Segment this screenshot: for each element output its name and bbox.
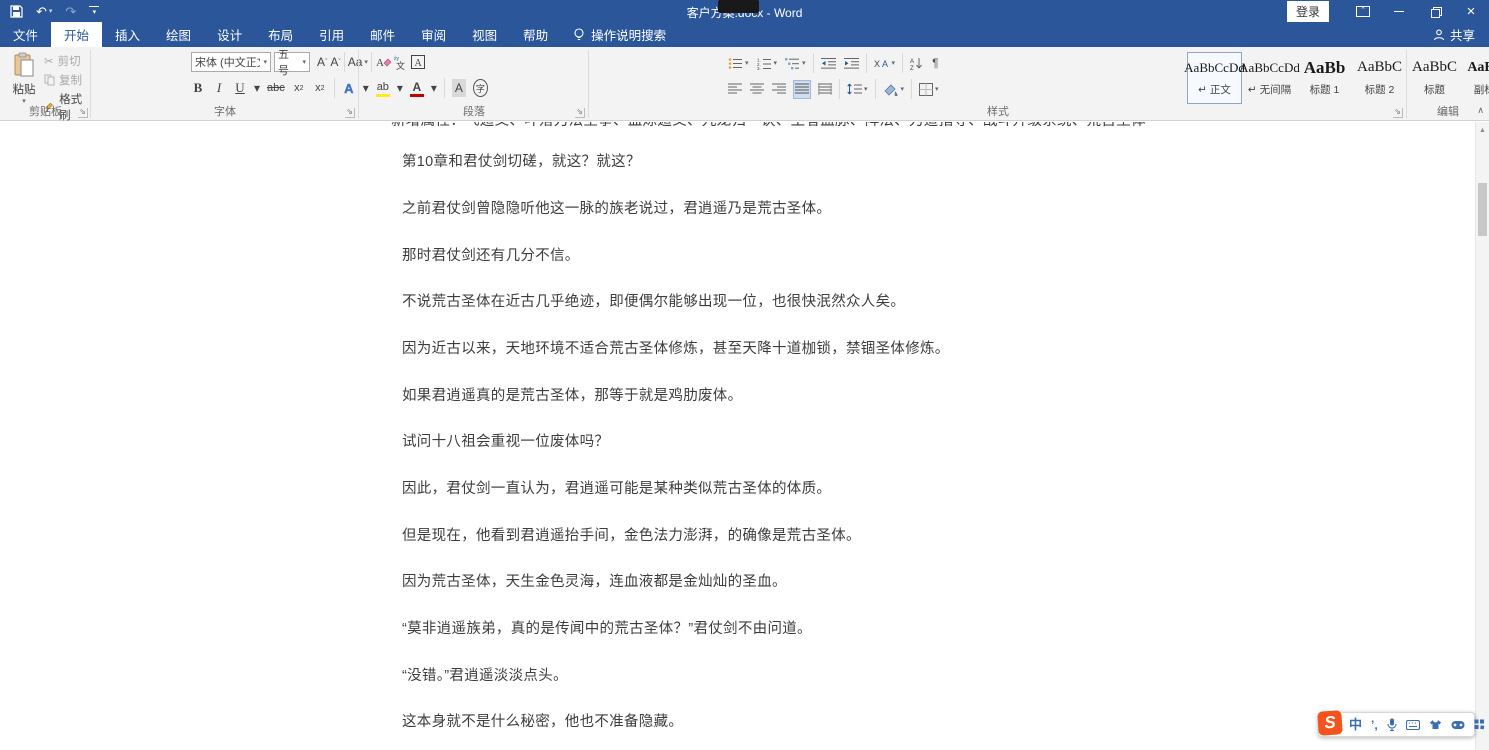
tab-layout[interactable]: 布局 <box>255 22 306 47</box>
restore-button[interactable] <box>1417 0 1453 22</box>
paragraph: 因此，君仗剑一直认为，君逍遥可能是某种类似荒古圣体的体质。 <box>402 480 831 499</box>
quick-access-toolbar: ↶▾ ↷ ▾ <box>10 0 99 22</box>
font-size-combo[interactable]: 五号▾ <box>274 52 310 72</box>
save-icon[interactable] <box>10 5 23 18</box>
tab-review[interactable]: 审阅 <box>408 22 459 47</box>
underline-button[interactable]: U <box>233 79 247 97</box>
grow-font-button[interactable]: Aˆ <box>317 55 327 69</box>
style-normal[interactable]: AaBbCcDd↵ 正文 <box>1187 52 1242 104</box>
style-no-spacing[interactable]: AaBbCcDd↵ 无间隔 <box>1242 52 1297 104</box>
paragraph-group: ▾ 1.2.3. ▾ ▾ XA ▾ AZ ¶ <box>359 47 589 121</box>
ime-game-icon[interactable] <box>1451 720 1465 730</box>
paragraph: 不说荒古圣体在近古几乎绝迹，即便偶尔能够出现一位，也很快泯然众人矣。 <box>402 293 905 312</box>
scroll-up-icon[interactable]: ▲ <box>1476 127 1489 134</box>
paragraph: 第10章和君仗剑切磋，就这？就这？ <box>402 153 641 172</box>
tab-draw[interactable]: 绘图 <box>153 22 204 47</box>
scissors-icon: ✂ <box>44 54 54 68</box>
ribbon-display-options-button[interactable]: ⌃ <box>1345 0 1381 22</box>
paragraph: 但是现在，他看到君逍遥抬手间，金色法力澎湃，的确像是荒古圣体。 <box>402 527 861 546</box>
style-heading2[interactable]: AaBbC标题 2 <box>1352 52 1407 104</box>
paragraph: 试问十八祖会重视一位废体吗？ <box>402 433 609 452</box>
paragraph-group-label: 段落 <box>359 103 589 119</box>
mouse-cursor-artifact <box>718 0 759 13</box>
clipboard-dialog-launcher[interactable]: ⇘ <box>78 108 88 118</box>
styles-dialog-launcher[interactable]: ⇘ <box>1393 108 1403 118</box>
ribbon-tab-row: 文件 开始 插入 绘图 设计 布局 引用 邮件 审阅 视图 帮助 操作说明搜索 … <box>0 22 1489 47</box>
styles-group-label: 样式 <box>589 103 1407 119</box>
paragraph: 这本身就不是什么秘密，他也不准备隐藏。 <box>402 713 683 732</box>
tab-file[interactable]: 文件 <box>0 22 51 47</box>
scrollbar-thumb[interactable] <box>1478 183 1487 236</box>
tab-design[interactable]: 设计 <box>204 22 255 47</box>
copy-icon <box>44 74 55 86</box>
font-group-label: 字体 <box>91 103 359 119</box>
paragraph: 之前君仗剑曾隐隐听他这一脉的族老说过，君逍遥乃是荒古圣体。 <box>402 200 831 219</box>
ime-punctuation-button[interactable]: ’, <box>1371 719 1378 731</box>
ime-chinese-mode-button[interactable]: 中 <box>1349 718 1362 731</box>
paragraph-dialog-launcher[interactable]: ⇘ <box>575 108 585 118</box>
ribbon: 粘贴 ▾ ✂剪切 复制 格式刷 剪贴板 ⇘ 宋体 (中文正文)▾ 五号▾ Aˆ … <box>0 47 1489 121</box>
cut-button[interactable]: ✂剪切 <box>44 53 91 69</box>
clipboard-group: 粘贴 ▾ ✂剪切 复制 格式刷 剪贴板 ⇘ <box>0 47 91 121</box>
ime-keyboard-icon[interactable] <box>1406 720 1420 730</box>
font-name-combo[interactable]: 宋体 (中文正文)▾ <box>191 52 271 72</box>
ime-mic-icon[interactable] <box>1387 718 1397 731</box>
tab-references[interactable]: 引用 <box>306 22 357 47</box>
font-name-dropdown-icon[interactable]: ▾ <box>260 58 267 66</box>
undo-dropdown-icon[interactable]: ▾ <box>49 8 53 15</box>
title-bar: ↶▾ ↷ ▾ 客户方案.docx - Word 登录 ⌃ × <box>0 0 1489 22</box>
redo-button[interactable]: ↷ <box>65 5 76 18</box>
style-heading1[interactable]: AaBb标题 1 <box>1297 52 1352 104</box>
ime-toolbox-icon[interactable] <box>1474 719 1485 730</box>
paragraph: 因为荒古圣体，天生金色灵海，连血液都是金灿灿的圣血。 <box>402 573 787 592</box>
paragraph: “莫非逍遥族弟，真的是传闻中的荒古圣体？”君仗剑不由问道。 <box>402 620 812 639</box>
superscript-button[interactable]: x2 <box>313 79 327 97</box>
tab-insert[interactable]: 插入 <box>102 22 153 47</box>
copy-button[interactable]: 复制 <box>44 72 91 88</box>
paragraph: 那时君仗剑还有几分不信。 <box>402 247 580 266</box>
font-dialog-launcher[interactable]: ⇘ <box>345 108 355 118</box>
italic-button[interactable]: I <box>212 79 226 97</box>
paragraph: “没错。”君逍遥淡淡点头。 <box>402 667 568 686</box>
vertical-scrollbar[interactable]: ▲ <box>1475 122 1489 750</box>
sogou-logo-icon[interactable]: S <box>1317 710 1343 736</box>
underline-dropdown-icon[interactable]: ▾ <box>254 81 260 95</box>
bold-button[interactable]: B <box>191 79 205 97</box>
lightbulb-icon <box>573 28 585 42</box>
tab-home[interactable]: 开始 <box>51 22 102 47</box>
titlebar-controls: 登录 ⌃ × <box>1287 0 1489 22</box>
strikethrough-button[interactable]: abc <box>267 79 285 97</box>
collapse-ribbon-icon[interactable]: ∧ <box>1477 105 1484 116</box>
ime-skin-icon[interactable] <box>1429 719 1442 730</box>
signin-button[interactable]: 登录 <box>1287 1 1329 22</box>
styles-group: AaBbCcDd↵ 正文 AaBbCcDd↵ 无间隔 AaBb标题 1 AaBb… <box>589 47 1407 121</box>
document-canvas[interactable]: 新增属性：飞遁爻、叶落刀法圣拳、血炼遁爻、九龙归一诀、王者血脉、阵法、刀道指导、… <box>0 122 1475 750</box>
sogou-ime-toolbar: S 中 ’, <box>1318 712 1475 737</box>
tell-me-search[interactable]: 操作说明搜索 <box>561 22 678 47</box>
minimize-button[interactable] <box>1381 0 1417 22</box>
paste-icon <box>12 52 36 78</box>
subscript-button[interactable]: x2 <box>292 79 306 97</box>
tab-mailings[interactable]: 邮件 <box>357 22 408 47</box>
qat-customize-button[interactable]: ▾ <box>89 6 99 16</box>
tab-view[interactable]: 视图 <box>459 22 510 47</box>
paragraph-clipped: 新增属性：飞遁爻、叶落刀法圣拳、血炼遁爻、九龙归一诀、王者血脉、阵法、刀道指导、… <box>391 122 1146 131</box>
undo-button[interactable]: ↶▾ <box>36 5 52 18</box>
person-icon <box>1433 29 1445 41</box>
paragraph: 因为近古以来，天地环境不适合荒古圣体修炼，甚至天降十道枷锁，禁锢圣体修炼。 <box>402 340 950 359</box>
close-button[interactable]: × <box>1453 0 1489 22</box>
tab-help[interactable]: 帮助 <box>510 22 561 47</box>
font-size-dropdown-icon[interactable]: ▾ <box>299 58 306 66</box>
paragraph: 如果君逍遥真的是荒古圣体，那等于就是鸡肋废体。 <box>402 387 742 406</box>
text-effects-button[interactable]: A <box>342 79 356 97</box>
share-button[interactable]: 共享 <box>1419 22 1489 47</box>
font-group: 宋体 (中文正文)▾ 五号▾ Aˆ Aˇ Aa▾ A x̌y文 A B I U▾… <box>91 47 359 121</box>
shrink-font-button[interactable]: Aˇ <box>330 55 340 69</box>
